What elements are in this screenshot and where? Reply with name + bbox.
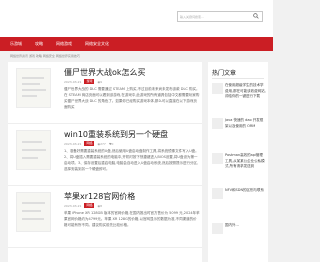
article-meta: 2023-03-21 网络 ◉ 277 ♥ 0 — [64, 141, 113, 146]
sidebar-thumbnail — [212, 153, 223, 164]
sidebar-title: 热门文章 — [212, 70, 237, 77]
article-excerpt: 苹果 iPhone XR 128GB 版本的官网价格,在国内推出时官方售价为 5… — [64, 211, 200, 227]
article-list: 僵尸世界大战ok怎么买 2023-03-21 游戏 ◉ 9 僵尸世界大战的 DL… — [8, 62, 202, 262]
sidebar-item-label[interactable]: Postman高效的api管理工具,从某某公企业公私模式,所有请求发送到 — [225, 153, 266, 170]
article-title[interactable]: 僵尸世界大战ok怎么买 — [64, 67, 146, 78]
sidebar-item-label[interactable]: NFV和SDN的区别与联系 — [225, 188, 266, 194]
sidebar-item-label[interactable]: 国内外... — [225, 223, 266, 229]
article-meta: 2023-03-21 游戏 ◉ 9 — [64, 79, 102, 84]
sidebar-thumbnail — [212, 118, 223, 129]
sidebar-item[interactable]: NFV和SDN的区别与联系 — [212, 188, 266, 218]
nav-item-security-culture[interactable]: 网络安全文化 — [85, 37, 109, 51]
sidebar-item[interactable]: 在使用超级学生的技术学费用,那在可能该收费网站,却给你的一键进行下载 — [212, 83, 266, 113]
article-category[interactable]: 网络 — [84, 203, 95, 208]
sidebar-item[interactable]: 国内外... — [212, 223, 266, 253]
sidebar-thumbnail — [212, 188, 223, 199]
article-excerpt: 僵尸世界大战的 DLC 需要通过 STEAM 上购买,不过目前未来尚未发布该款 … — [64, 87, 200, 109]
article-date: 2023-03-21 — [64, 79, 82, 84]
list-item: 苹果xr128官网价格 2023-03-21 网络 ◉ 8 苹果 iPhone … — [8, 186, 202, 248]
nav-item-guides[interactable]: 攻略 — [35, 37, 43, 51]
list-item: win10重装系统到另一个硬盘 2023-03-21 网络 ◉ 277 ♥ 0 … — [8, 124, 202, 186]
article-views: 277 — [100, 141, 106, 146]
sidebar-item[interactable]: Postman高效的api管理工具,从某某公企业公私模式,所有请求发送到 — [212, 153, 266, 183]
article-thumbnail[interactable] — [16, 130, 51, 170]
article-title[interactable]: 苹果xr128官网价格 — [64, 191, 135, 202]
top-header: 输入关键词搜索... — [0, 0, 273, 37]
search-icon — [253, 13, 259, 19]
main-nav: 乐游城 攻略 网络游戏 网络安全文化 — [0, 37, 273, 51]
sidebar-thumbnail — [212, 83, 223, 94]
nav-item-leyoucheng[interactable]: 乐游城 — [10, 37, 22, 51]
nav-item-online-games[interactable]: 网络游戏 — [56, 37, 72, 51]
breadcrumb: 网络世界资讯 游戏 攻略 网络安全 网络世界实用技巧 — [10, 54, 80, 58]
article-thumbnail[interactable] — [16, 192, 51, 232]
article-date: 2023-03-21 — [64, 141, 82, 146]
article-views: 9 — [100, 79, 102, 84]
search-button[interactable] — [250, 12, 262, 21]
sidebar-item[interactable]: Java 快速的 dao 开发框架以及使用的 ORM — [212, 118, 266, 148]
article-date: 2023-03-21 — [64, 203, 82, 208]
article-category[interactable]: 网络 — [84, 141, 95, 146]
article-excerpt: 1、准备好需要重装系统的U盘,然后使用U盘启动盘制作工具,将系统镜像文件写入U盘… — [64, 149, 199, 171]
article-likes: 0 — [111, 141, 114, 146]
sidebar: 热门文章 在使用超级学生的技术学费用,那在可能该收费网站,却给你的一键进行下载 … — [208, 62, 268, 262]
article-title[interactable]: win10重装系统到另一个硬盘 — [64, 129, 168, 140]
sidebar-item-label[interactable]: Java 快速的 dao 开发框架以及使用的 ORM — [225, 118, 266, 129]
divider — [212, 78, 264, 79]
search-box: 输入关键词搜索... — [177, 11, 263, 22]
article-thumbnail[interactable] — [16, 68, 51, 108]
article-category[interactable]: 游戏 — [84, 79, 95, 84]
sidebar-item-label[interactable]: 在使用超级学生的技术学费用,那在可能该收费网站,却给你的一键进行下载 — [225, 83, 266, 100]
sidebar-thumbnail — [212, 223, 223, 234]
article-views: 8 — [100, 203, 102, 208]
search-input[interactable]: 输入关键词搜索... — [180, 13, 250, 21]
list-item: 僵尸世界大战ok怎么买 2023-03-21 游戏 ◉ 9 僵尸世界大战的 DL… — [8, 62, 202, 124]
article-meta: 2023-03-21 网络 ◉ 8 — [64, 203, 102, 208]
